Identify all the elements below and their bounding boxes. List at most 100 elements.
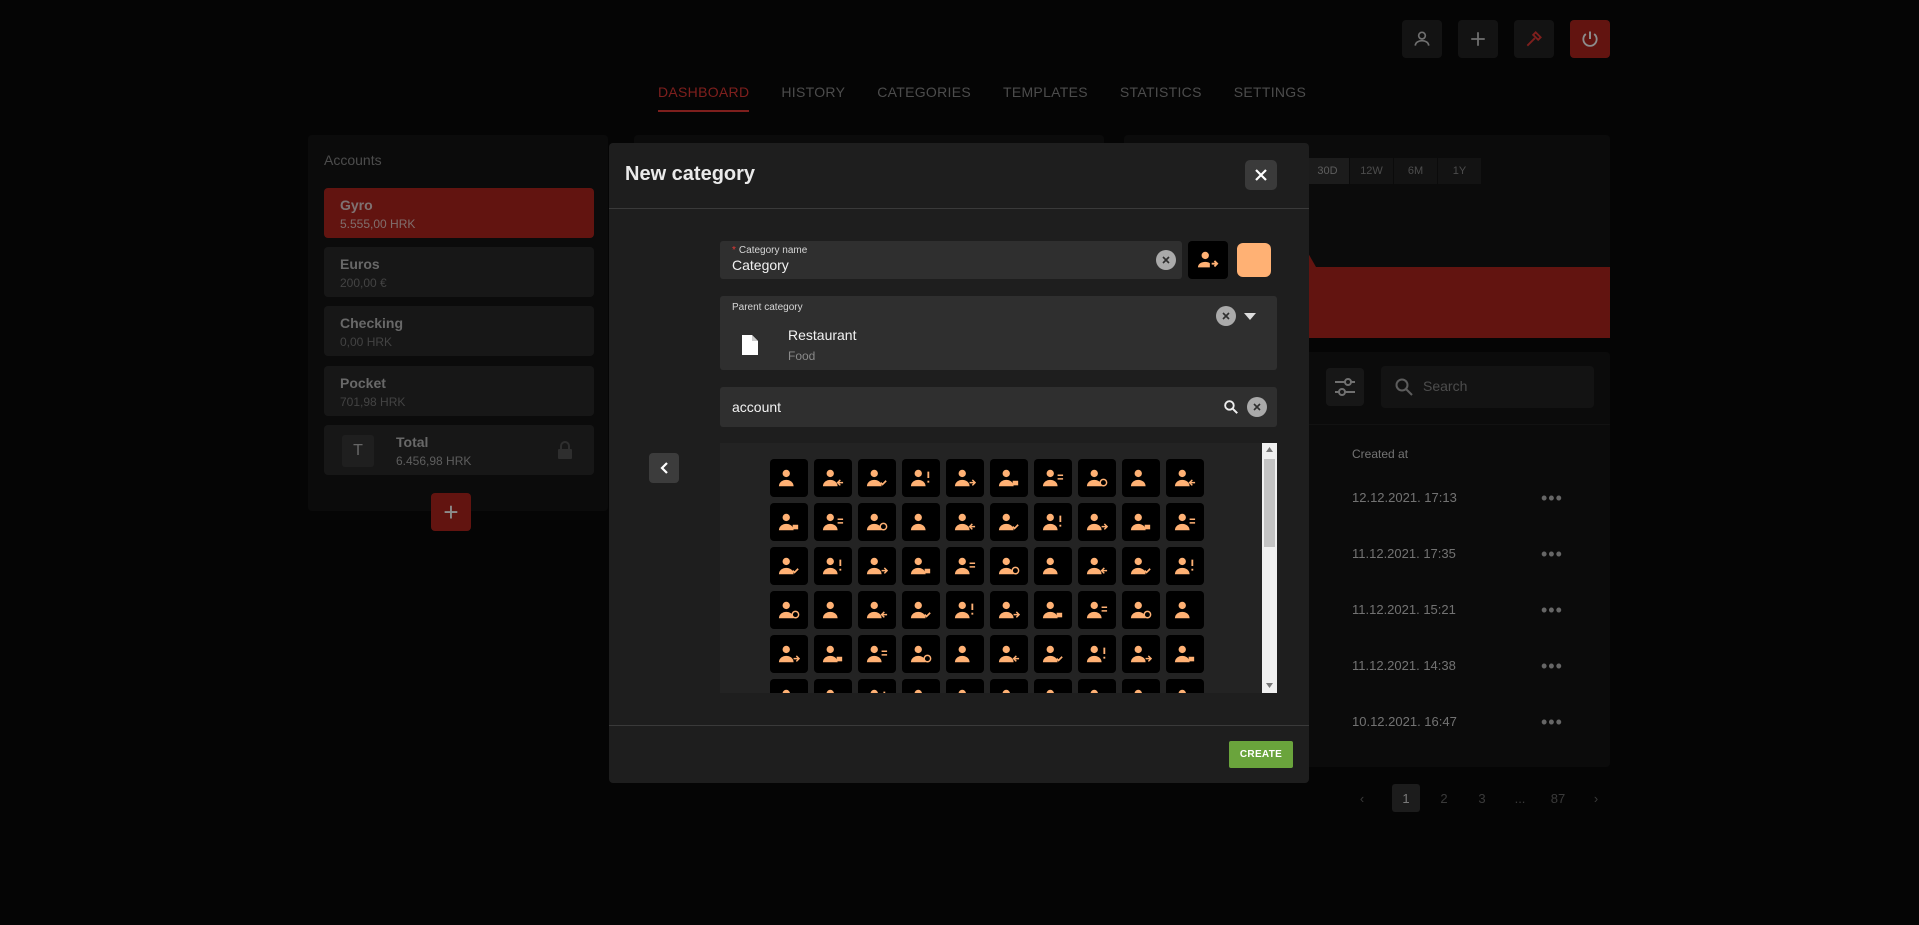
- account-icon-option[interactable]: [1034, 679, 1072, 693]
- color-swatch-button[interactable]: [1237, 243, 1271, 277]
- account-icon-option[interactable]: [946, 459, 984, 497]
- account-icon-option[interactable]: [858, 459, 896, 497]
- clear-parent-button[interactable]: [1216, 306, 1236, 326]
- account-icon-option[interactable]: [770, 591, 808, 629]
- account-icon: [1086, 469, 1108, 487]
- account-icon: [822, 601, 838, 619]
- search-icon: [1224, 400, 1238, 414]
- account-icon-option[interactable]: [770, 679, 808, 693]
- account-icon: [866, 469, 887, 487]
- account-icon: [778, 469, 794, 487]
- account-icon-option[interactable]: [770, 459, 808, 497]
- account-icon-option[interactable]: [1034, 459, 1072, 497]
- account-icon-option[interactable]: [990, 591, 1028, 629]
- account-icon: [910, 513, 926, 531]
- account-icon-option[interactable]: [770, 635, 808, 673]
- account-icon-option[interactable]: [946, 503, 984, 541]
- close-icon: [1222, 312, 1230, 320]
- back-button[interactable]: [649, 453, 679, 483]
- account-icon-option[interactable]: [946, 547, 984, 585]
- account-icon-option[interactable]: [946, 679, 984, 693]
- account-icon-option[interactable]: [990, 503, 1028, 541]
- account-icon: [1042, 645, 1063, 663]
- icon-search-value: account: [732, 399, 782, 415]
- account-icon-option[interactable]: [1078, 459, 1116, 497]
- account-icon-option[interactable]: [858, 503, 896, 541]
- scroll-down-icon[interactable]: [1266, 683, 1273, 688]
- account-icon-option[interactable]: [990, 679, 1028, 693]
- account-icon: [1174, 645, 1195, 663]
- icon-grid: [770, 459, 1204, 693]
- account-icon-option[interactable]: [814, 459, 852, 497]
- account-icon-option[interactable]: [902, 679, 940, 693]
- account-icon-option[interactable]: [990, 635, 1028, 673]
- account-icon-option[interactable]: [814, 503, 852, 541]
- icon-grid-area: [720, 443, 1277, 693]
- account-icon-option[interactable]: [814, 679, 852, 693]
- account-icon: [866, 513, 888, 531]
- category-name-field[interactable]: * Category name Category: [720, 241, 1182, 279]
- account-icon-option[interactable]: [902, 591, 940, 629]
- account-icon-option[interactable]: [1078, 635, 1116, 673]
- account-icon-option[interactable]: [858, 679, 896, 693]
- create-button[interactable]: CREATE: [1229, 741, 1293, 768]
- account-icon-option[interactable]: [1078, 503, 1116, 541]
- account-icon-option[interactable]: [1122, 635, 1160, 673]
- account-icon-option[interactable]: [1034, 591, 1072, 629]
- account-icon-option[interactable]: [1122, 459, 1160, 497]
- account-icon-option[interactable]: [770, 503, 808, 541]
- close-icon: [1162, 256, 1170, 264]
- account-icon-option[interactable]: [1166, 547, 1204, 585]
- account-icon-option[interactable]: [1122, 547, 1160, 585]
- account-icon-option[interactable]: [946, 591, 984, 629]
- account-icon: [778, 601, 800, 619]
- account-icon-option[interactable]: [858, 547, 896, 585]
- account-icon: [778, 513, 799, 531]
- account-icon: [1046, 689, 1054, 693]
- account-icon-option[interactable]: [990, 459, 1028, 497]
- account-icon-option[interactable]: [1166, 679, 1204, 693]
- account-icon-option[interactable]: [1122, 591, 1160, 629]
- icon-grid-scrollbar[interactable]: [1262, 443, 1277, 693]
- clear-search-button[interactable]: [1247, 397, 1267, 417]
- icon-search-field[interactable]: account: [720, 387, 1277, 427]
- account-icon-option[interactable]: [1034, 635, 1072, 673]
- account-icon-option[interactable]: [1078, 547, 1116, 585]
- account-icon-option[interactable]: [1078, 591, 1116, 629]
- chevron-down-icon[interactable]: [1244, 313, 1256, 320]
- account-icon-option[interactable]: [1078, 679, 1116, 693]
- category-name-label: * Category name: [732, 245, 808, 256]
- account-icon-option[interactable]: [902, 635, 940, 673]
- account-icon-option[interactable]: [770, 547, 808, 585]
- clear-name-button[interactable]: [1156, 250, 1176, 270]
- selected-icon-button[interactable]: [1188, 241, 1228, 279]
- account-icon-option[interactable]: [902, 459, 940, 497]
- account-icon-option[interactable]: [858, 591, 896, 629]
- account-icon-option[interactable]: [1122, 503, 1160, 541]
- account-icon: [954, 601, 974, 619]
- parent-category-select[interactable]: Parent category Restaurant Food: [720, 296, 1277, 370]
- account-icon-option[interactable]: [1034, 547, 1072, 585]
- account-icon-option[interactable]: [946, 635, 984, 673]
- account-icon-option[interactable]: [814, 547, 852, 585]
- account-icon: [778, 645, 800, 663]
- account-icon-option[interactable]: [1122, 679, 1160, 693]
- account-icon-option[interactable]: [902, 547, 940, 585]
- account-icon-option[interactable]: [1166, 591, 1204, 629]
- account-icon-option[interactable]: [814, 635, 852, 673]
- account-icon-option[interactable]: [1166, 459, 1204, 497]
- scroll-thumb[interactable]: [1264, 459, 1275, 547]
- account-icon-option[interactable]: [902, 503, 940, 541]
- close-button[interactable]: [1245, 160, 1277, 190]
- account-icon-option[interactable]: [814, 591, 852, 629]
- account-icon-option[interactable]: [858, 635, 896, 673]
- account-icon-option[interactable]: [1166, 503, 1204, 541]
- scroll-up-icon[interactable]: [1266, 447, 1273, 452]
- close-icon: [1255, 169, 1267, 181]
- account-icon: [1042, 469, 1064, 487]
- account-icon-option[interactable]: [1166, 635, 1204, 673]
- account-icon: [910, 557, 931, 575]
- account-icon-option[interactable]: [1034, 503, 1072, 541]
- document-icon: [742, 335, 758, 355]
- account-icon-option[interactable]: [990, 547, 1028, 585]
